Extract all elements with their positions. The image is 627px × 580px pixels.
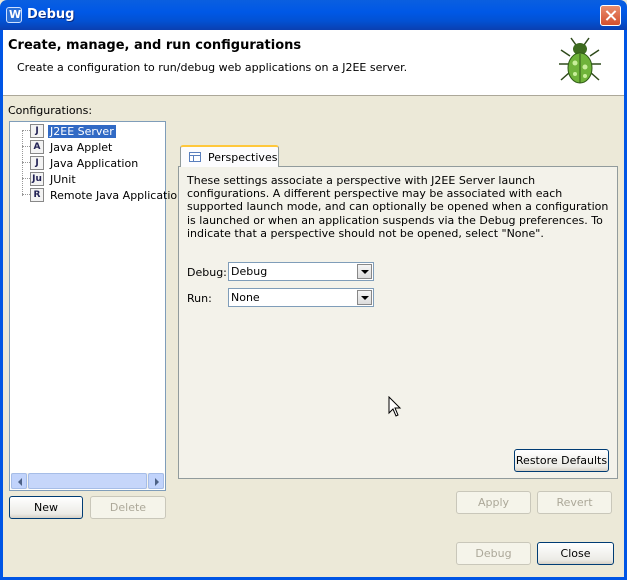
bug-icon (559, 37, 601, 84)
apply-button[interactable]: Apply (456, 491, 531, 514)
tab-label: Perspectives (208, 150, 278, 164)
tree-item-label: Java Application (50, 156, 139, 170)
tree-guide-branch (22, 162, 30, 163)
chevron-down-icon[interactable] (357, 264, 372, 279)
header-banner: Create, manage, and run configurations C… (3, 30, 624, 96)
perspectives-description: These settings associate a perspective w… (187, 174, 609, 240)
app-icon (6, 7, 22, 23)
restore-defaults-button[interactable]: Restore Defaults (514, 449, 609, 472)
tree-item-label: J2EE Server (48, 124, 116, 138)
debug-perspective-value: Debug (231, 265, 268, 278)
banner-title: Create, manage, and run configurations (8, 38, 302, 53)
new-button[interactable]: New (9, 496, 83, 519)
tree-item-java-applet[interactable]: A Java Applet (30, 139, 114, 155)
horizontal-scrollbar[interactable] (11, 473, 164, 489)
banner-message: Create a configuration to run/debug web … (17, 61, 408, 74)
debug-label: Debug: (187, 266, 227, 279)
java-application-icon: J (30, 156, 44, 170)
tree-item-java-application[interactable]: J Java Application (30, 155, 140, 171)
tree-item-label: JUnit (50, 172, 76, 186)
mouse-cursor-icon (388, 396, 402, 417)
window-title: Debug (27, 7, 75, 22)
configurations-label: Configurations: (8, 104, 93, 117)
scroll-right-icon[interactable] (148, 473, 164, 489)
run-perspective-select[interactable]: None (228, 288, 374, 307)
revert-button[interactable]: Revert (537, 491, 612, 514)
delete-button[interactable]: Delete (90, 496, 166, 519)
close-window-button[interactable] (600, 5, 621, 26)
remote-java-application-icon: R (30, 188, 44, 202)
chevron-down-icon[interactable] (357, 290, 372, 305)
scroll-left-icon[interactable] (11, 473, 27, 489)
tab-perspectives[interactable]: Perspectives (180, 145, 279, 167)
tree-guide-branch (22, 146, 30, 147)
j2ee-server-icon: J (30, 124, 44, 138)
tree-guide-line (22, 130, 23, 196)
configurations-tree[interactable]: J J2EE Server A Java Applet J Java Appli… (9, 121, 184, 491)
perspective-icon (189, 152, 201, 162)
debug-button[interactable]: Debug (456, 542, 531, 565)
run-perspective-value: None (231, 291, 260, 304)
tree-guide-branch (22, 130, 30, 131)
window-frame-left (0, 30, 3, 580)
close-button[interactable]: Close (537, 542, 614, 565)
tree-item-label: Java Applet (50, 140, 113, 154)
tree-item-j2ee-server[interactable]: J J2EE Server (30, 123, 116, 139)
java-applet-icon: A (30, 140, 44, 154)
run-label: Run: (187, 292, 212, 305)
title-bar: Debug (0, 0, 627, 30)
tree-item-junit[interactable]: Ju JUnit (30, 171, 78, 187)
junit-icon: Ju (30, 172, 44, 186)
tree-guide-branch (22, 194, 30, 195)
tree-guide-branch (22, 178, 30, 179)
debug-perspective-select[interactable]: Debug (228, 262, 374, 281)
tree-item-remote-java-application[interactable]: R Remote Java Application (30, 187, 186, 203)
scrollbar-thumb[interactable] (28, 473, 147, 489)
tree-item-label: Remote Java Application (50, 188, 185, 202)
